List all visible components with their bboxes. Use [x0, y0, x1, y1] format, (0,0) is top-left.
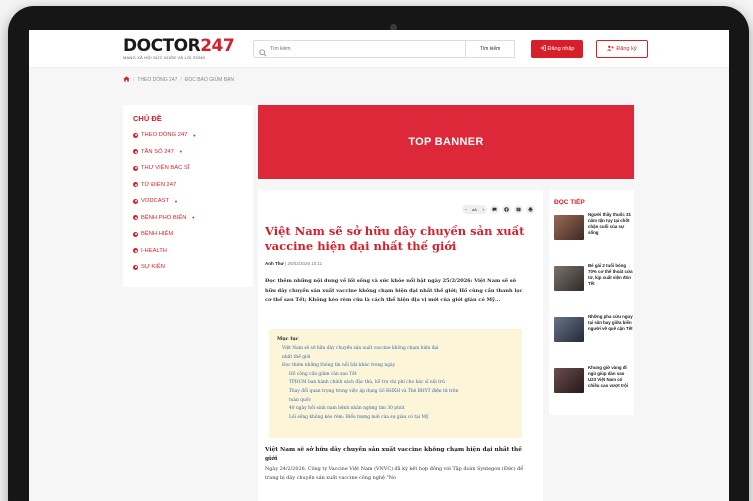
sidebar-title: CHỦ ĐỀ [133, 114, 162, 123]
site-logo[interactable]: DOCTOR247 MẠNG XÃ HỘI SỨC KHỎE VÀ LỐI SỐ… [123, 36, 235, 61]
home-icon[interactable] [123, 76, 130, 84]
search-input[interactable] [270, 43, 450, 55]
related-item-title[interactable]: Người thầy thuốc 31 năm tận tụy tại chốt… [588, 212, 633, 236]
related-item-title[interactable]: Những pha cứu nguy tại sân bay giữa biển… [588, 314, 633, 332]
facebook-icon[interactable] [502, 205, 511, 214]
table-of-contents: Mục lục Việt Nam sẽ sở hữu dây chuyền sả… [269, 329, 522, 438]
sidebar-item-benh-pho-bien[interactable]: BỆNH PHỔ BIẾN ▼ [123, 210, 253, 227]
sidebar-item-label: VODCAST [141, 198, 170, 205]
search-icon [259, 44, 267, 62]
breadcrumb-separator: / [180, 77, 182, 83]
toc-item[interactable]: nhất thế giới [277, 354, 514, 363]
sidebar-item-label: THEO DÒNG 247 [141, 132, 188, 139]
device-frame: DOCTOR247 MẠNG XÃ HỘI SỨC KHỎE VÀ LỐI SỐ… [0, 0, 753, 501]
logo-number: 247 [200, 36, 235, 56]
signup-button[interactable]: Đăng ký [596, 40, 648, 58]
font-size-control[interactable]: − aA + [462, 205, 487, 214]
toc-item[interactable]: toàn quốc [277, 397, 514, 406]
related-item-title[interactable]: Khung giờ vàng đi ngủ giúp dàn sao U23 V… [588, 365, 633, 389]
sidebar-item-benh-hiem[interactable]: BỆNH HIẾM [123, 226, 253, 243]
sidebar-item-label: I-HEALTH [141, 247, 167, 254]
breadcrumb-item[interactable]: ĐỌC BÁO GIÙM BẠN [185, 77, 234, 83]
chevron-down-icon[interactable]: ▼ [192, 133, 196, 138]
related-articles: ĐỌC TIẾP Người thầy thuốc 31 năm tận tụy… [549, 190, 634, 415]
bullet-icon [133, 182, 138, 188]
search-button[interactable]: Tìm kiếm [465, 40, 515, 58]
sidebar-item-label: THƯ VIỆN BÁC SĨ [141, 165, 190, 172]
sidebar-item-vodcast[interactable]: VODCAST ▼ [123, 193, 253, 210]
related-item[interactable]: Người thầy thuốc 31 năm tận tụy tại chốt… [554, 212, 632, 252]
bullet-icon [133, 231, 138, 237]
bullet-icon [133, 149, 138, 155]
login-icon [540, 45, 546, 53]
chevron-down-icon[interactable]: ▼ [179, 149, 183, 154]
sidebar-item-tan-so[interactable]: TẦN SỐ 247 ▼ [123, 144, 253, 161]
logo-wordmark: DOCTOR [123, 36, 201, 56]
article-title: Việt Nam sẽ sở hữu dây chuyền sản xuất v… [265, 224, 525, 253]
related-thumbnail[interactable] [554, 266, 584, 291]
topics-sidebar: CHỦ ĐỀ THEO DÒNG 247 ▼ TẦN SỐ 247 ▼ THƯ VI… [123, 105, 253, 287]
bullet-icon [133, 248, 138, 254]
breadcrumb: / THEO DÒNG 247 / ĐỌC BÁO GIÙM BẠN [123, 74, 234, 86]
sidebar-item-su-kien[interactable]: SỰ KIỆN [123, 259, 253, 276]
article-timestamp: 25/02/2026 10:11 [287, 261, 323, 266]
decrease-font-icon[interactable]: − [465, 207, 467, 212]
section-heading: Việt Nam sẽ sở hữu dây chuyền sản xuất v… [265, 447, 522, 462]
chevron-down-icon[interactable]: ▼ [191, 215, 195, 220]
toc-item[interactable]: Hồ công cần giảm cân sau Tết [277, 371, 514, 380]
sidebar-item-label: SỰ KIỆN [141, 264, 165, 271]
print-icon[interactable] [526, 205, 535, 214]
login-button[interactable]: Đăng nhập [531, 40, 583, 58]
toc-item[interactable]: 40 ngày hồi sinh nam bệnh nhân ngừng tim… [277, 405, 514, 414]
article-toolbar: − aA + [462, 205, 535, 214]
browser-viewport: DOCTOR247 MẠNG XÃ HỘI SỨC KHỎE VÀ LỐI SỐ… [29, 30, 729, 501]
site-header: DOCTOR247 MẠNG XÃ HỘI SỨC KHỎE VÀ LỐI SỐ… [29, 30, 729, 68]
breadcrumb-separator: / [133, 77, 135, 83]
related-thumbnail[interactable] [554, 317, 584, 342]
sidebar-item-i-health[interactable]: I-HEALTH [123, 243, 253, 260]
toc-item[interactable]: Việt Nam sẽ sở hữu dây chuyền sản xuất v… [277, 345, 514, 354]
article-sapo: Đọc thêm những nội dung về lối sống và s… [265, 278, 523, 303]
sidebar-item-thu-vien-bac-si[interactable]: THƯ VIỆN BÁC SĨ [123, 160, 253, 177]
toc-item[interactable]: Đọc thêm những thông tin nổi bật khác tr… [277, 362, 514, 371]
related-item-title[interactable]: Bé gái 2 tuổi bỏng 70% cơ thể thoát cửa … [588, 263, 633, 287]
article-card: − aA + Việt Nam sẽ sở hữu dây chuyền sản [258, 190, 543, 501]
sidebar-item-tu-dien[interactable]: TỪ ĐIỂN 247 [123, 177, 253, 194]
sidebar-item-theo-dong[interactable]: THEO DÒNG 247 ▼ [123, 127, 253, 144]
sidebar-item-label: BỆNH PHỔ BIẾN [141, 214, 187, 221]
sidebar-item-label: TỪ ĐIỂN 247 [141, 181, 177, 188]
toc-item[interactable]: TPHCM ban hành chính sách đặc thù, hỗ tr… [277, 379, 514, 388]
top-banner[interactable]: TOP BANNER [258, 105, 634, 179]
related-title: ĐỌC TIẾP [554, 199, 585, 206]
related-thumbnail[interactable] [554, 215, 584, 240]
article-meta: Anh Thư | 25/02/2026 10:11 [265, 261, 322, 266]
related-thumbnail[interactable] [554, 368, 584, 393]
related-item[interactable]: Những pha cứu nguy tại sân bay giữa biển… [554, 314, 633, 354]
share-icon[interactable] [514, 205, 523, 214]
comment-icon[interactable] [490, 205, 499, 214]
login-label: Đăng nhập [547, 46, 575, 52]
related-item[interactable]: Khung giờ vàng đi ngủ giúp dàn sao U23 V… [554, 365, 632, 405]
toc-item[interactable]: Thay đổi quan trọng trong việc áp dụng S… [277, 388, 514, 397]
toc-item[interactable]: Lối sống không kéo rèm: Biểu tượng mới c… [277, 414, 514, 423]
breadcrumb-item[interactable]: THEO DÒNG 247 [137, 77, 177, 83]
article-body: Ngày 24/2/2026, Công ty Vaccine Việt Nam… [265, 466, 524, 481]
related-item[interactable]: Bé gái 2 tuổi bỏng 70% cơ thể thoát cửa … [554, 263, 633, 303]
article-author[interactable]: Anh Thư [265, 261, 284, 266]
toc-heading: Mục lục [277, 336, 299, 342]
font-size-label: aA [472, 207, 477, 212]
bullet-icon [133, 132, 138, 138]
chevron-down-icon[interactable]: ▼ [174, 199, 178, 204]
bullet-icon [133, 165, 138, 171]
add-user-icon [607, 45, 615, 53]
sidebar-item-label: TẦN SỐ 247 [141, 148, 174, 155]
banner-label: TOP BANNER [408, 136, 484, 148]
bullet-icon [133, 215, 138, 221]
sidebar-item-label: BỆNH HIẾM [141, 231, 174, 238]
bullet-icon [133, 198, 138, 204]
signup-label: Đăng ký [616, 46, 637, 52]
bullet-icon [133, 264, 138, 270]
increase-font-icon[interactable]: + [482, 207, 484, 212]
